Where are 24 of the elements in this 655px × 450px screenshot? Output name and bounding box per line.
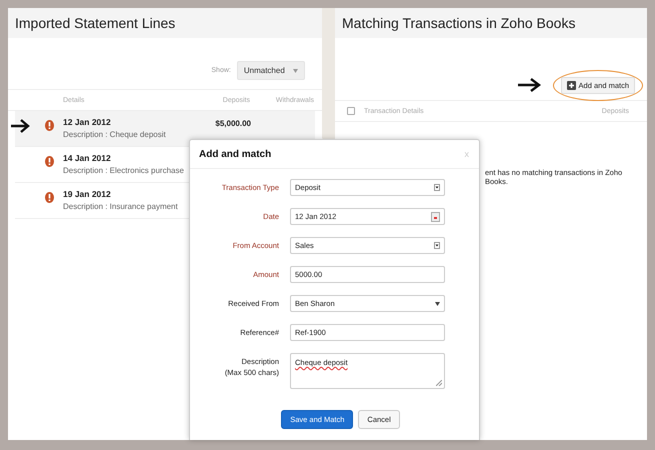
dropdown-arrow-icon [434, 184, 440, 191]
warning-icon [45, 156, 54, 167]
row-description: Description : Electronics purchase [63, 166, 184, 175]
arrow-icon [10, 119, 30, 133]
caret-icon [435, 302, 440, 306]
plus-icon [566, 80, 576, 90]
panel-title: Imported Statement Lines [8, 8, 322, 38]
deposit-amount: $5,000.00 [215, 119, 251, 128]
row-date: 19 Jan 2012 [63, 189, 111, 199]
dialog-title: Add and match [199, 148, 272, 160]
caret-icon [293, 68, 298, 72]
warning-icon [45, 120, 54, 131]
checkbox[interactable] [347, 107, 355, 115]
calendar-icon [431, 212, 440, 222]
dropdown-arrow-icon [434, 242, 440, 249]
panel-title: Matching Transactions in Zoho Books [335, 8, 647, 38]
row-date: 12 Jan 2012 [63, 117, 111, 127]
row-date: 14 Jan 2012 [63, 153, 111, 163]
warning-icon [45, 192, 54, 203]
row-description: Description : Insurance payment [63, 202, 178, 211]
resize-grip-icon [436, 380, 442, 386]
filter-dropdown[interactable]: Unmatched [236, 60, 305, 80]
arrow-icon [516, 77, 541, 93]
row-description: Description : Cheque deposit [63, 130, 166, 139]
